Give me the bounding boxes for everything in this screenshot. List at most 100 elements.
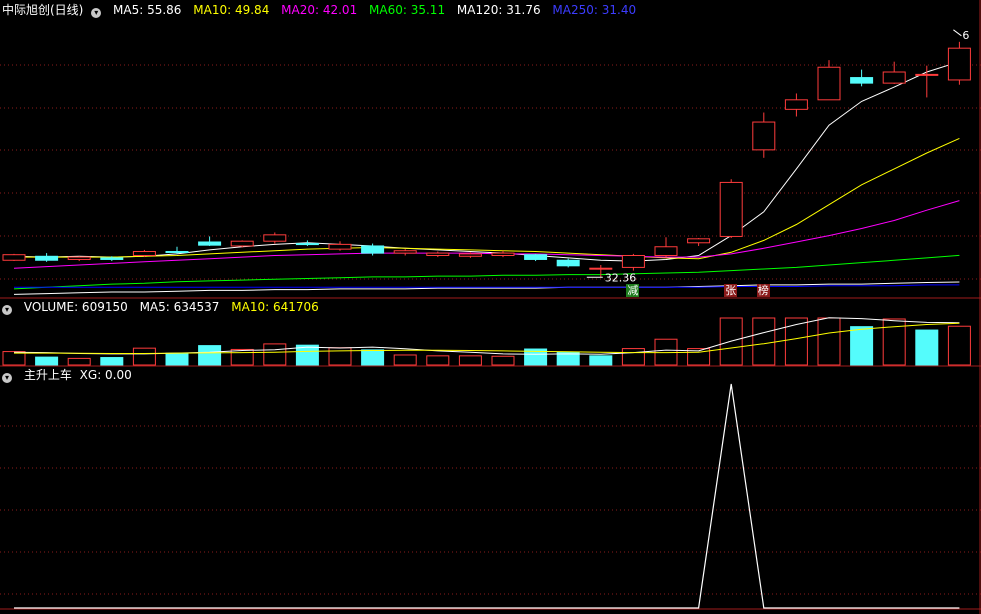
candle-body (947, 47, 971, 81)
volume-bar (100, 357, 124, 366)
candle (850, 69, 874, 87)
candle (654, 237, 678, 258)
xg-signal-line (14, 383, 960, 609)
candle-body (817, 66, 841, 101)
indicator-toggle-icon[interactable]: ▾ (2, 373, 12, 383)
candle (882, 61, 906, 84)
candle-body (524, 254, 548, 260)
candle-body (915, 73, 939, 76)
volume-bar (458, 355, 482, 366)
ma5-label: MA5: 55.86 (113, 3, 182, 17)
candle (67, 256, 91, 262)
xg-label: XG: 0.00 (79, 368, 132, 382)
candle (524, 253, 548, 262)
volume-bar (491, 355, 515, 366)
candle (556, 258, 580, 268)
candle-body (361, 245, 385, 254)
volume-bar (230, 348, 254, 366)
volume-label: VOLUME: 609150 (23, 300, 128, 314)
candle (295, 240, 319, 246)
candle-body (132, 251, 156, 256)
candle (491, 250, 515, 258)
candle-body (589, 267, 613, 270)
ma250-label: MA250: 31.40 (552, 3, 637, 17)
candle-body (621, 254, 645, 268)
candle-body (458, 253, 482, 257)
candles (2, 41, 971, 278)
candle (687, 238, 711, 246)
candle (263, 232, 287, 244)
candle-body (654, 246, 678, 256)
candle-body (426, 252, 450, 256)
candle-body (393, 250, 417, 254)
candle-body (35, 255, 59, 261)
candle (719, 179, 743, 239)
high-marker-line (953, 29, 962, 37)
volume-bar (947, 325, 971, 366)
volume-bar (132, 347, 156, 366)
candle (426, 251, 450, 258)
candle-body (556, 259, 580, 267)
candle (2, 253, 26, 262)
candle-body (328, 243, 352, 250)
candle-body (850, 77, 874, 84)
candle (752, 112, 776, 158)
volume-bar (589, 355, 613, 366)
tag-ranking[interactable]: 榜 (756, 284, 770, 297)
candle (35, 253, 59, 262)
settings-toggle-icon[interactable]: ▾ (91, 8, 102, 18)
candle (621, 253, 645, 271)
volume-bar (361, 349, 385, 366)
xg-line (14, 383, 960, 609)
candle-body (295, 243, 319, 246)
candle-body (67, 256, 91, 260)
tag-limit-up[interactable]: 张 (724, 284, 738, 297)
volume-bar (817, 317, 841, 366)
candle-body (100, 257, 124, 260)
candle-body (263, 234, 287, 242)
tag-reduce[interactable]: 减 (626, 284, 640, 297)
volume-bar (621, 348, 645, 366)
candle-body (784, 99, 808, 110)
candle (198, 236, 222, 246)
ma-line-ma10 (14, 137, 960, 260)
candle (784, 93, 808, 117)
volume-bar (67, 357, 91, 366)
ma-line-ma250 (14, 284, 960, 288)
ma20-label: MA20: 42.01 (281, 3, 358, 17)
candle (328, 241, 352, 251)
volume-bar (393, 354, 417, 366)
candle-body (719, 181, 743, 237)
volume-bar (165, 352, 189, 366)
candle (947, 41, 971, 85)
stock-title: 中际旭创(日线) (2, 3, 84, 17)
candle (165, 246, 189, 254)
indicator-header: ▾ 主升上车 XG: 0.00 (2, 367, 140, 383)
ma120-label: MA120: 31.76 (456, 3, 541, 17)
candle (393, 249, 417, 256)
candle-body (687, 238, 711, 244)
low-price-label: 32.36 (605, 271, 637, 284)
volume-bar (35, 356, 59, 366)
volume-bars (2, 317, 971, 366)
candle (817, 60, 841, 101)
candle-body (198, 241, 222, 246)
volume-bar (850, 326, 874, 366)
volume-toggle-icon[interactable]: ▾ (2, 305, 12, 315)
high-price-label: 6 (962, 29, 969, 42)
candle-body (882, 71, 906, 84)
volume-bar (915, 329, 939, 366)
candle (915, 65, 939, 98)
ma10-label: MA10: 49.84 (193, 3, 270, 17)
candle-body (491, 252, 515, 256)
candle-body (752, 121, 776, 151)
price-header: 中际旭创(日线) ▾ MA5: 55.86 MA10: 49.84 MA20: … (2, 2, 644, 18)
volume-ma5-label: MA5: 634537 (139, 300, 220, 314)
ma60-label: MA60: 35.11 (369, 3, 446, 17)
ma-line-ma20 (13, 200, 960, 269)
volume-bar (784, 317, 808, 366)
volume-bar (198, 345, 222, 366)
volume-bar (426, 355, 450, 366)
volume-ma10-label: MA10: 641706 (231, 300, 319, 314)
volume-header: ▾ VOLUME: 609150 MA5: 634537 MA10: 64170… (2, 299, 327, 315)
